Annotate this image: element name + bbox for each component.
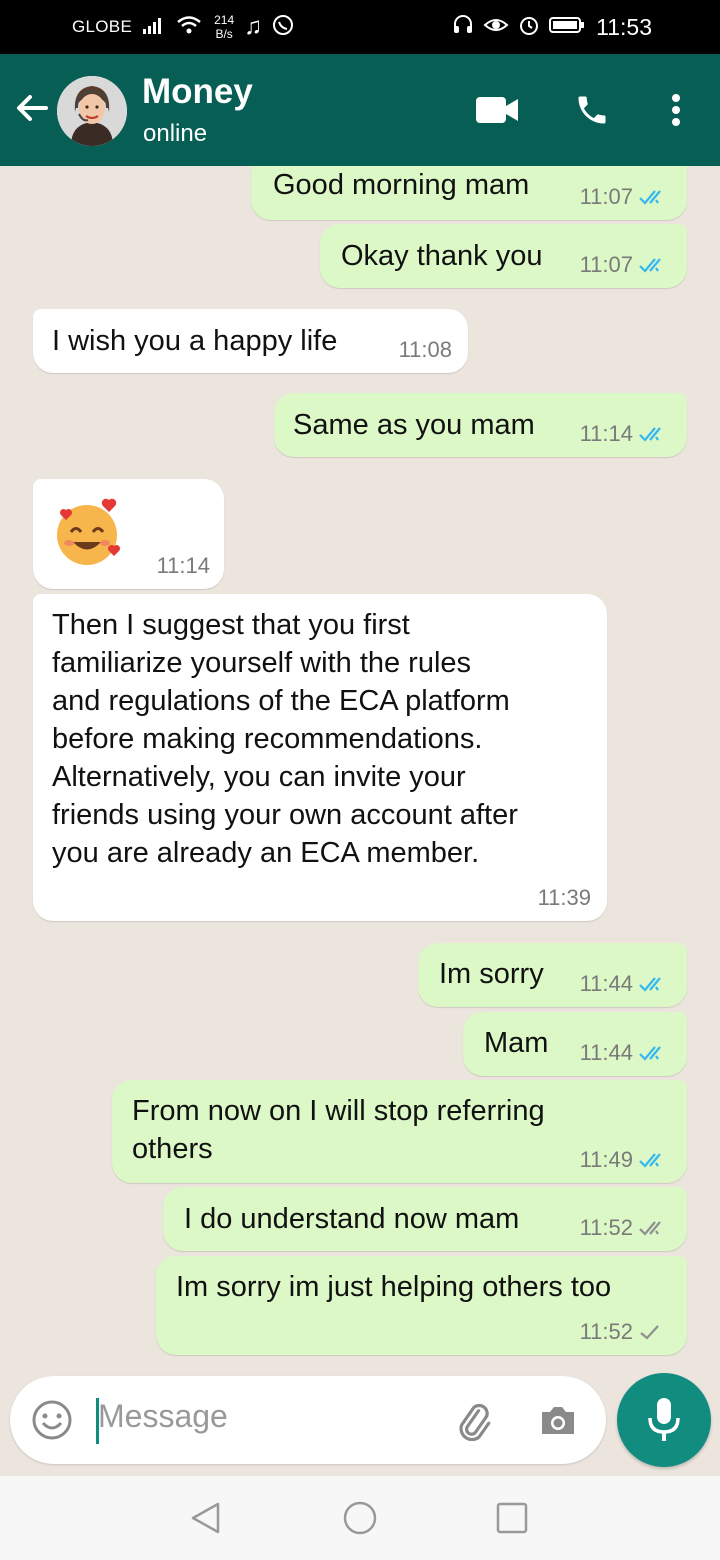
message-bubble-outgoing[interactable]: Im sorry im just helping others too 11:5…: [156, 1256, 687, 1355]
message-meta: 11:07: [580, 184, 671, 210]
message-bubble-outgoing[interactable]: I do understand now mam 11:52: [163, 1187, 687, 1251]
wifi-icon: [176, 15, 202, 40]
message-text: Im sorry: [439, 958, 544, 990]
eye-icon: [483, 14, 509, 41]
read-ticks-icon: [639, 256, 671, 274]
read-ticks-icon: [639, 1044, 671, 1062]
status-time: 11:53: [596, 14, 652, 40]
whatsapp-icon: [272, 14, 294, 41]
nav-home-icon[interactable]: [342, 1500, 382, 1540]
message-time: 11:07: [579, 252, 633, 277]
smiling-face-with-hearts-emoji: [51, 497, 123, 574]
signal-icon: [142, 15, 166, 40]
read-ticks-icon: [639, 425, 671, 443]
video-call-icon[interactable]: [474, 88, 520, 132]
message-time: 11:44: [579, 971, 633, 996]
message-text: Then I suggest that you first familiariz…: [52, 609, 518, 869]
message-time: 11:39: [537, 885, 591, 910]
more-vert-icon[interactable]: [662, 88, 690, 132]
message-bubble-outgoing[interactable]: Okay thank you 11:07: [320, 224, 687, 288]
message-bubble-incoming[interactable]: 11:14: [33, 479, 224, 589]
nav-back-icon[interactable]: [188, 1500, 228, 1540]
attach-icon[interactable]: [450, 1398, 494, 1447]
mic-icon: [644, 1396, 684, 1449]
message-time: 11:52: [579, 1215, 633, 1240]
read-ticks-icon: [639, 975, 671, 993]
alarm-icon: [518, 14, 540, 41]
message-time: 11:52: [579, 1319, 633, 1344]
read-ticks-icon: [639, 1151, 671, 1169]
chat-header: Money online: [0, 54, 720, 166]
message-text: Mam: [484, 1027, 549, 1059]
message-meta: 11:39: [538, 885, 591, 911]
status-right-icons: [452, 0, 585, 54]
speed-unit: B/s: [215, 27, 233, 41]
network-speed: 214 B/s: [214, 13, 234, 41]
message-time: 11:49: [579, 1147, 633, 1172]
sent-tick-icon: [639, 1323, 661, 1341]
phone-icon[interactable]: [571, 88, 613, 132]
camera-icon[interactable]: [536, 1398, 580, 1447]
presence-status: online: [143, 120, 208, 147]
message-composer[interactable]: Message: [10, 1376, 606, 1464]
message-time: 11:07: [579, 184, 633, 209]
headset-icon: [452, 14, 474, 41]
message-time: 11:14: [579, 421, 633, 446]
message-meta: 11:44: [580, 971, 671, 997]
message-time: 11:14: [156, 553, 210, 578]
music-icon: ♫: [244, 13, 263, 40]
delivered-ticks-icon: [639, 1219, 671, 1237]
message-bubble-outgoing[interactable]: Mam 11:44: [463, 1012, 687, 1076]
contact-name[interactable]: Money: [142, 72, 253, 112]
message-meta: 11:44: [580, 1040, 671, 1066]
message-bubble-incoming[interactable]: I wish you a happy life 11:08: [33, 309, 468, 373]
message-meta: 11:14: [157, 553, 210, 579]
message-text: Im sorry im just helping others too: [176, 1271, 612, 1303]
message-meta: 11:08: [399, 337, 452, 363]
mic-button[interactable]: [617, 1373, 711, 1467]
message-bubble-outgoing[interactable]: Good morning mam 11:07: [251, 166, 687, 220]
message-meta: 11:52: [580, 1215, 671, 1241]
message-bubble-outgoing[interactable]: Same as you mam 11:14: [274, 393, 687, 457]
message-text: I wish you a happy life: [52, 325, 338, 357]
message-text: I do understand now mam: [184, 1203, 520, 1235]
read-ticks-icon: [639, 188, 671, 206]
message-meta: 11:14: [580, 421, 671, 447]
message-text: Okay thank you: [341, 240, 543, 272]
message-text: Same as you mam: [293, 409, 535, 441]
message-meta: 11:07: [580, 252, 671, 278]
contact-avatar[interactable]: [57, 76, 127, 146]
message-time: 11:44: [579, 1040, 633, 1065]
message-bubble-incoming[interactable]: Then I suggest that you first familiariz…: [33, 594, 607, 921]
nav-recents-icon[interactable]: [494, 1500, 534, 1540]
message-bubble-outgoing[interactable]: From now on I will stop referring others…: [112, 1080, 687, 1183]
message-text: From now on I will stop referring others: [132, 1095, 545, 1165]
message-meta: 11:49: [580, 1147, 671, 1173]
emoji-icon[interactable]: [30, 1398, 74, 1447]
message-time: 11:08: [398, 337, 452, 362]
status-left: GLOBE 214 B/s ♫: [72, 0, 294, 54]
carrier-label: GLOBE: [72, 17, 133, 36]
message-bubble-outgoing[interactable]: Im sorry 11:44: [418, 943, 687, 1007]
message-meta: 11:52: [580, 1319, 661, 1345]
status-bar: GLOBE 214 B/s ♫ 11:53: [0, 0, 720, 54]
battery-icon: [549, 15, 585, 40]
system-nav-bar: [0, 1476, 720, 1560]
message-input[interactable]: Message: [98, 1398, 228, 1435]
message-list[interactable]: Good morning mam 11:07 Okay thank you 11…: [0, 166, 720, 1376]
speed-value: 214: [214, 13, 235, 27]
message-text: Good morning mam: [273, 169, 530, 201]
back-arrow-icon[interactable]: [12, 88, 52, 128]
